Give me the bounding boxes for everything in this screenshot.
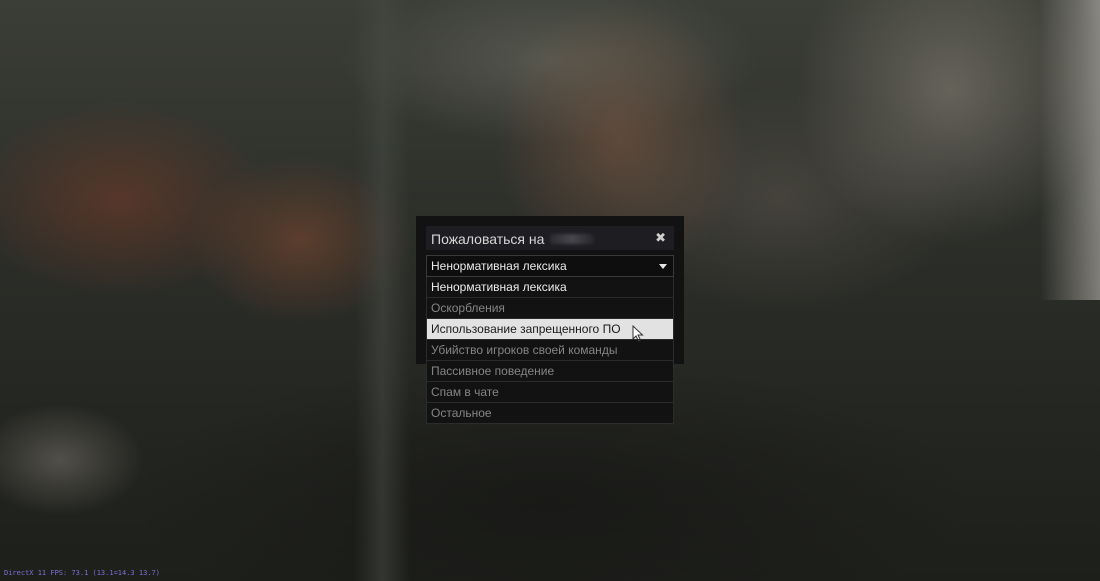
close-icon[interactable]: ✖ <box>655 232 666 245</box>
reason-options-list: Ненормативная лексика Оскорбления Исполь… <box>426 277 674 424</box>
reason-option[interactable]: Остальное <box>427 402 673 423</box>
dialog-header: Пожаловаться на ✖ <box>426 226 674 250</box>
reason-option[interactable]: Пассивное поведение <box>427 360 673 381</box>
dialog-title: Пожаловаться на <box>431 230 545 247</box>
reason-option-label: Использование запрещенного ПО <box>431 322 621 336</box>
background-pole <box>355 0 410 581</box>
background-light <box>1040 0 1100 300</box>
reason-option[interactable]: Оскорбления <box>427 297 673 318</box>
reason-option[interactable]: Убийство игроков своей команды <box>427 339 673 360</box>
reason-select[interactable]: Ненормативная лексика <box>426 255 674 277</box>
reason-option-hovered[interactable]: Использование запрещенного ПО <box>427 318 673 342</box>
fps-counter: DirectX 11 FPS: 73.1 (13.1=14.3 13.7) <box>4 569 160 577</box>
chevron-down-icon <box>659 263 667 269</box>
reason-option[interactable]: Спам в чате <box>427 381 673 402</box>
blurred-player-name <box>550 234 595 244</box>
reason-select-value: Ненормативная лексика <box>431 259 567 273</box>
dialog-title-wrap: Пожаловаться на <box>431 229 595 248</box>
reason-option[interactable]: Ненормативная лексика <box>427 277 673 297</box>
